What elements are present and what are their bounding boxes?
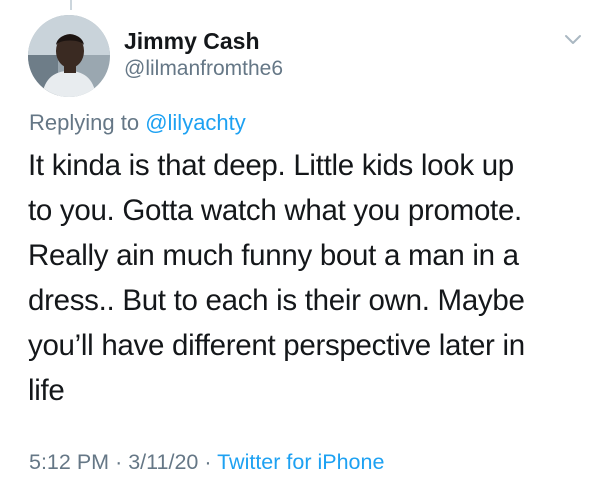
reply-mention-link[interactable]: @lilyachty — [145, 110, 246, 135]
chevron-down-icon[interactable] — [562, 28, 584, 50]
author-display-name[interactable]: Jimmy Cash — [124, 28, 260, 55]
replying-to-line: Replying to @lilyachty — [29, 110, 246, 136]
tweet-text: It kinda is that deep. Little kids look … — [28, 143, 588, 413]
tweet-text-line: dress.. But to each is their own. Maybe — [28, 284, 525, 317]
tweet-text-line: It kinda is that deep. Little kids look … — [28, 149, 514, 182]
tweet-text-line: life — [28, 374, 65, 407]
tweet-metadata: 5:12 PM · 3/11/20 · Twitter for iPhone — [29, 450, 384, 475]
tweet-source-link[interactable]: Twitter for iPhone — [217, 450, 384, 474]
meta-separator: · — [204, 450, 212, 474]
tweet-text-line: to you. Gotta watch what you promote. — [28, 194, 522, 227]
tweet-date[interactable]: 3/11/20 — [128, 450, 198, 474]
tweet-text-line: Really ain much funny bout a man in a — [28, 239, 519, 272]
thread-connector-line — [70, 0, 72, 10]
avatar[interactable] — [28, 15, 110, 97]
meta-separator: · — [115, 450, 123, 474]
avatar-photo — [28, 15, 110, 97]
tweet-text-line: you’ll have different perspective later … — [28, 329, 525, 362]
replying-to-label: Replying to — [29, 110, 140, 135]
author-handle[interactable]: @lilmanfromthe6 — [124, 57, 283, 81]
tweet-time[interactable]: 5:12 PM — [29, 450, 109, 474]
